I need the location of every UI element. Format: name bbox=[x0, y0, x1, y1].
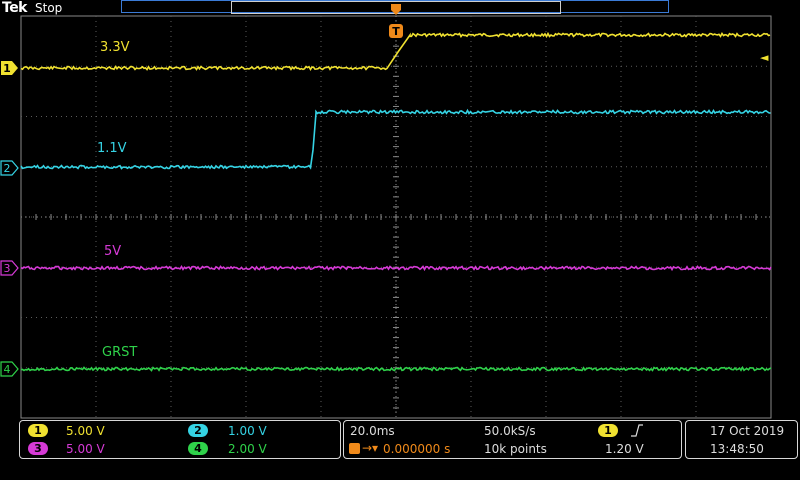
ch4-trace bbox=[20, 365, 772, 372]
ch2-trace-label: 1.1V bbox=[97, 141, 127, 156]
ch3-trace-label: 5V bbox=[104, 244, 122, 259]
datetime-panel[interactable]: 17 Oct 2019 13:48:50 bbox=[685, 420, 798, 459]
trigger-source-badge[interactable]: 1 bbox=[598, 424, 618, 437]
record-length: 10k points bbox=[484, 442, 547, 456]
ch3-scale: 5.00 V bbox=[66, 442, 105, 456]
svg-text:3: 3 bbox=[4, 262, 11, 275]
ch4-badge[interactable]: 4 bbox=[188, 442, 208, 455]
sample-rate: 50.0kS/s bbox=[484, 424, 536, 438]
ch3-marker[interactable]: 3 bbox=[0, 260, 20, 276]
ch4-marker[interactable]: 4 bbox=[0, 361, 20, 377]
oscilloscope-screen: Tek Stop T ◄ 1 2 3 4 3.3V 1.1V 5V GRST 1… bbox=[0, 0, 800, 480]
vertical-settings-panel[interactable]: 1 5.00 V 3 5.00 V 2 1.00 V 4 2.00 V bbox=[19, 420, 341, 459]
rising-edge-icon bbox=[631, 424, 643, 437]
ch2-marker[interactable]: 2 bbox=[0, 160, 20, 176]
svg-text:4: 4 bbox=[4, 363, 11, 376]
svg-text:2: 2 bbox=[4, 162, 11, 175]
timebase: 20.0ms bbox=[350, 424, 395, 438]
ch1-marker[interactable]: 1 bbox=[0, 60, 20, 76]
ch1-badge[interactable]: 1 bbox=[28, 424, 48, 437]
ch3-badge[interactable]: 3 bbox=[28, 442, 48, 455]
date: 17 Oct 2019 bbox=[710, 424, 785, 438]
ch2-badge[interactable]: 2 bbox=[188, 424, 208, 437]
ch2-trace bbox=[20, 108, 771, 170]
trigger-t-label: T bbox=[392, 25, 400, 38]
ch1-trace-label: 3.3V bbox=[100, 40, 130, 55]
ch1-scale: 5.00 V bbox=[66, 424, 105, 438]
horizontal-trigger-panel[interactable]: 20.0ms 50.0kS/s →▾ 0.000000 s 10k points… bbox=[343, 420, 682, 459]
ch4-trace-label: GRST bbox=[102, 345, 138, 360]
trigger-level: 1.20 V bbox=[605, 442, 644, 456]
trigger-arrow-icon: →▾ bbox=[362, 441, 379, 455]
time: 13:48:50 bbox=[710, 442, 764, 456]
trigger-position-icon bbox=[349, 443, 360, 454]
ch4-scale: 2.00 V bbox=[228, 442, 267, 456]
ch2-scale: 1.00 V bbox=[228, 424, 267, 438]
svg-text:1: 1 bbox=[3, 62, 11, 75]
trigger-arrow-icon bbox=[391, 4, 401, 15]
trigger-level-arrow[interactable]: ◄ bbox=[760, 51, 769, 64]
horizontal-position: 0.000000 s bbox=[383, 442, 451, 456]
